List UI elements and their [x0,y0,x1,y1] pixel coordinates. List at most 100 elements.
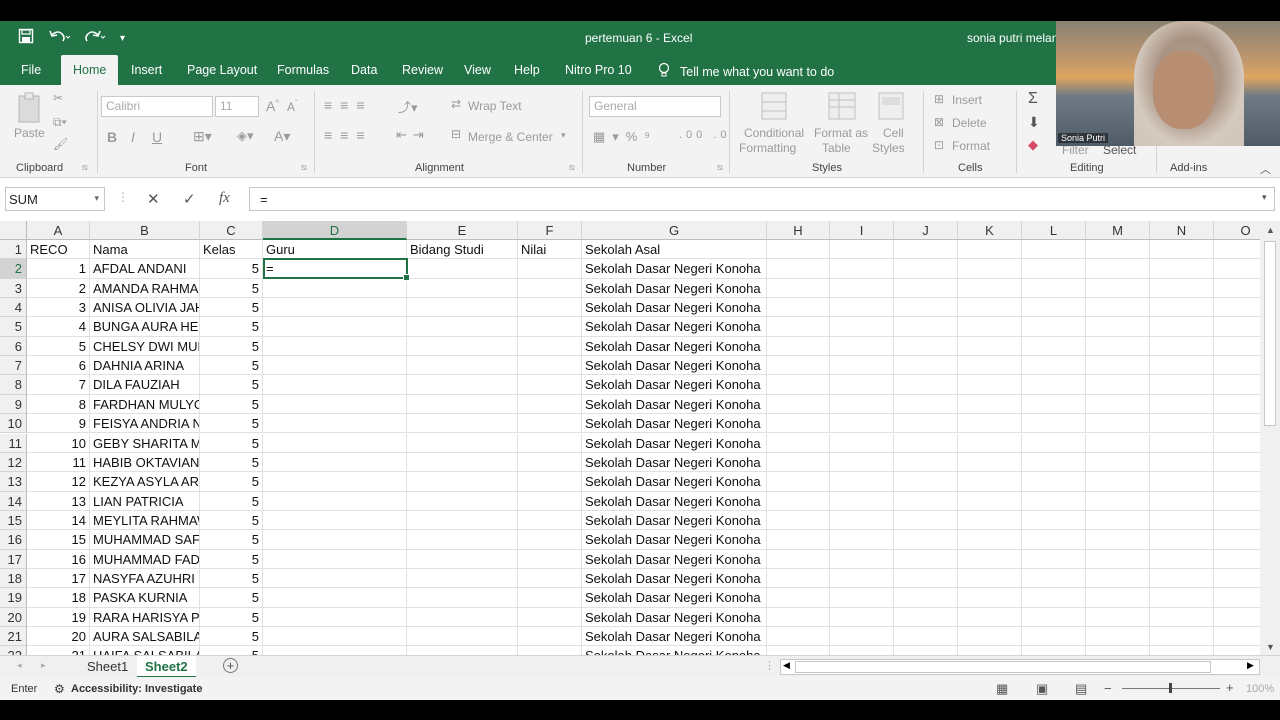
grid-cell[interactable] [767,452,830,473]
table-cell[interactable] [518,627,582,647]
grid-cell[interactable] [830,472,894,492]
grid-cell[interactable] [830,394,894,415]
cell-styles-label[interactable]: Cell [883,126,904,140]
row-header[interactable]: 14 [0,491,27,511]
grid-cell[interactable] [1086,452,1150,473]
decrease-font-icon[interactable]: Aˇ [287,99,298,114]
table-cell[interactable]: Sekolah Dasar Negeri Konoha [582,394,767,415]
table-cell[interactable]: Sekolah Dasar Negeri Konoha [582,491,767,511]
grid-cell[interactable] [1022,568,1086,589]
column-header-n[interactable]: N [1150,221,1214,240]
grid-cell[interactable] [1022,336,1086,357]
grid-cell[interactable] [1214,588,1260,608]
grid-cell[interactable] [1150,278,1214,299]
italic-button[interactable]: I [131,129,135,145]
table-cell[interactable] [263,530,407,550]
table-cell[interactable]: 12 [27,472,90,492]
table-cell[interactable] [518,298,582,318]
grid-cell[interactable] [894,414,958,434]
table-cell[interactable] [407,336,518,357]
table-cell[interactable] [263,472,407,492]
grid-cell[interactable] [1150,472,1214,492]
table-cell[interactable]: NASYFA AZUHRI S [90,568,200,589]
alignment-launcher-icon[interactable]: ⧅ [569,162,575,173]
save-icon[interactable] [18,28,34,48]
cell-styles-label-2[interactable]: Styles [872,141,905,155]
grid-cell[interactable] [894,568,958,589]
select-all-corner[interactable] [0,221,27,240]
row-header[interactable]: 2 [0,259,27,279]
table-cell[interactable] [407,530,518,550]
decimal-icons[interactable]: .00 .0 [679,129,731,141]
grid-cell[interactable] [767,259,830,279]
table-cell[interactable]: 5 [200,375,263,395]
clipboard-launcher-icon[interactable]: ⧅ [82,162,88,173]
accessibility-status[interactable]: Accessibility: Investigate [71,683,202,695]
grid-cell[interactable] [1214,492,1260,511]
header-cell[interactable]: Guru [263,240,407,260]
table-cell[interactable] [518,549,582,569]
fill-icon[interactable]: ⬇ [1028,114,1040,131]
grid-cell[interactable] [958,375,1022,395]
grid-cell[interactable] [1086,433,1150,453]
grid-cell[interactable] [767,298,830,318]
grid-cell[interactable] [830,278,894,299]
table-cell[interactable]: AURA SALSABILA [90,627,200,647]
table-cell[interactable]: 18 [27,588,90,608]
grid-cell[interactable] [958,414,1022,434]
table-cell[interactable]: 5 [200,491,263,511]
table-cell[interactable]: Sekolah Dasar Negeri Konoha [582,452,767,473]
table-cell[interactable]: Sekolah Dasar Negeri Konoha [582,627,767,647]
table-cell[interactable] [263,549,407,569]
row-header[interactable]: 11 [0,433,27,453]
grid-cell[interactable] [1150,452,1214,473]
table-cell[interactable] [518,452,582,473]
table-cell[interactable] [518,433,582,453]
table-cell[interactable]: PASKA KURNIA [90,588,200,608]
grid-cell[interactable] [958,278,1022,299]
autosum-icon[interactable]: Σ [1028,90,1038,108]
table-cell[interactable] [407,549,518,569]
table-cell[interactable]: Sekolah Dasar Negeri Konoha [582,646,767,655]
table-cell[interactable] [407,568,518,589]
grid-cell[interactable] [767,375,830,395]
grid-cell[interactable] [958,491,1022,511]
format-icon[interactable]: ⊡ [934,138,944,152]
table-cell[interactable]: 5 [200,452,263,473]
column-header-g[interactable]: G [582,221,767,240]
table-cell[interactable]: 5 [200,298,263,318]
chevron-down-icon[interactable]: ▾ [561,130,566,141]
table-cell[interactable] [263,491,407,511]
cut-icon[interactable]: ✂ [53,91,63,105]
table-cell[interactable]: MEYLITA RAHMAW [90,510,200,531]
grid-cell[interactable] [1022,627,1086,647]
grid-cell[interactable] [1086,298,1150,318]
table-cell[interactable]: Sekolah Dasar Negeri Konoha [582,375,767,395]
grid-cell[interactable] [1086,646,1150,655]
table-cell[interactable] [263,336,407,357]
grid-cell[interactable] [1022,317,1086,337]
table-cell[interactable]: HAIFA SALSABILA [90,646,200,655]
table-cell[interactable]: Sekolah Dasar Negeri Konoha [582,472,767,492]
table-cell[interactable] [263,646,407,655]
accessibility-icon[interactable]: ⚙ [54,682,65,696]
column-header-e[interactable]: E [407,221,518,240]
format-as-table-label[interactable]: Format as [814,126,868,140]
row-header[interactable]: 5 [0,317,27,337]
table-cell[interactable] [263,278,407,299]
conditional-formatting-label-2[interactable]: Formatting [739,141,796,155]
worksheet-grid[interactable]: A B C D E F G H I J K L M N O 1 RECO Nama Kelas Guru Bidang … [0,221,1260,655]
grid-cell[interactable] [1214,298,1260,318]
table-cell[interactable]: 5 [200,568,263,589]
grid-cell[interactable] [1150,394,1214,415]
table-cell[interactable] [518,414,582,434]
grid-cell[interactable] [1022,240,1086,260]
table-cell[interactable]: MUHAMMAD SAF [90,530,200,550]
grid-cell[interactable] [894,433,958,453]
table-cell[interactable] [263,317,407,337]
table-cell[interactable] [407,375,518,395]
table-cell[interactable]: BUNGA AURA HES [90,317,200,337]
grid-cell[interactable] [767,472,830,492]
grid-cell[interactable] [1022,298,1086,318]
grid-cell[interactable] [1022,394,1086,415]
